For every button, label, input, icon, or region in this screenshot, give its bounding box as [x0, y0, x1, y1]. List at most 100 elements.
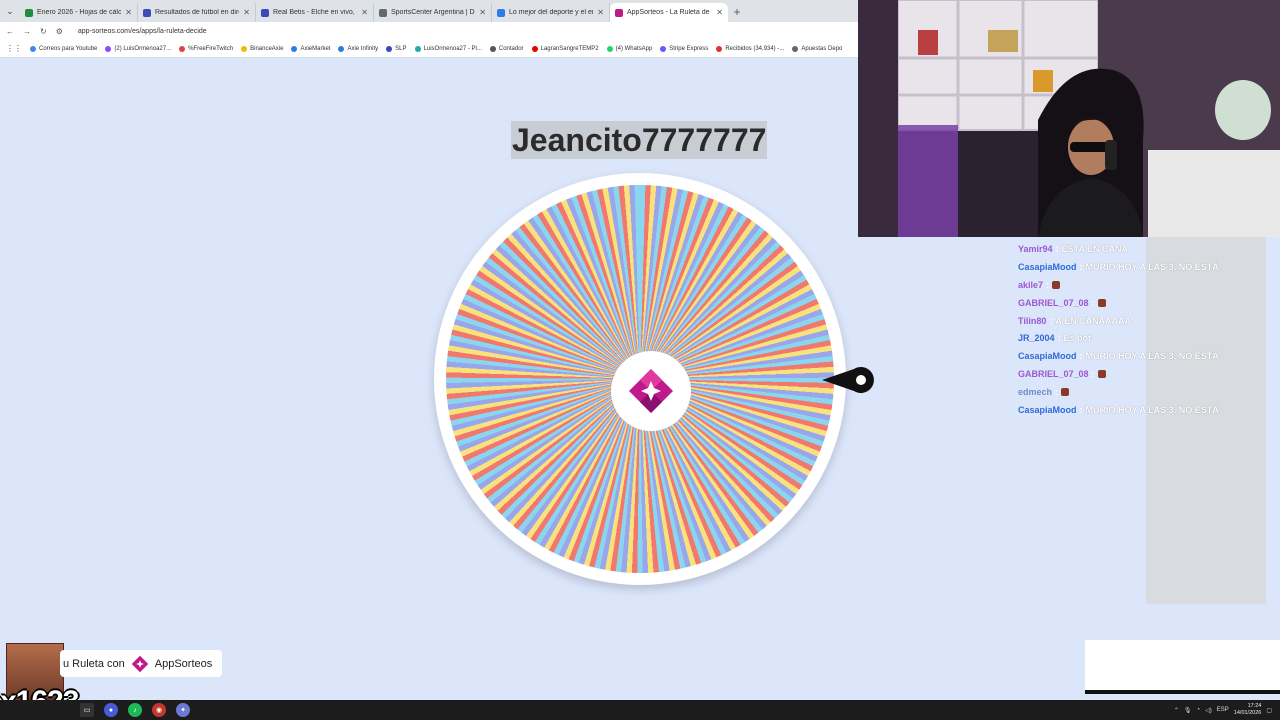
chat-message: JR_2004: Es bot [1018, 329, 1268, 347]
system-tray: ⌃ 🎙 ◔ ◁) ESP 17:24 14/01/2026 ▢ [1174, 700, 1272, 720]
clock-date: 14/01/2026 [1233, 710, 1262, 716]
bookmark-item[interactable]: %FreeFireTwitch [179, 45, 234, 52]
chat-message: CasapiaMood: MURIO HOY A LAS 3, NO ESTÁ [1018, 347, 1268, 365]
chat-message: CasapiaMood: MURIO HOY A LAS 3, NO ESTÁ [1018, 258, 1268, 276]
tab-favicon-icon [497, 8, 505, 17]
navigation-bar: ← → ↻ ⚙ app-sorteos.com/es/apps/la-rulet… [0, 22, 858, 40]
bookmark-item[interactable]: BinanceAxie [241, 45, 284, 52]
bookmark-label: (4) WhatsApp [615, 45, 653, 52]
webcam-scene [858, 0, 1280, 237]
bookmark-item[interactable]: Stripe Express [660, 45, 709, 52]
bookmark-favicon-icon [105, 45, 112, 52]
bookmark-item[interactable]: (2) LuisOrmenoa27... [105, 45, 172, 52]
appsorteos-footer-badge[interactable]: u Ruleta con AppSorteos [60, 650, 222, 677]
bookmark-label: BinanceAxie [250, 45, 284, 52]
bookmark-label: SLP [395, 45, 407, 52]
appsorteos-logo-icon [629, 369, 673, 413]
footer-brand: AppSorteos [154, 657, 213, 670]
bookmark-label: %FreeFireTwitch [188, 45, 234, 52]
tab-close-icon[interactable]: ✕ [479, 8, 486, 17]
volume-icon[interactable]: ◁) [1205, 707, 1212, 714]
bookmark-label: Recibidos (34,934) -... [725, 45, 785, 52]
webcam-overlay [858, 0, 1280, 237]
language-indicator[interactable]: ESP [1217, 707, 1229, 713]
back-icon[interactable]: ← [6, 27, 14, 36]
chat-message: GABRIEL_07_08: [1018, 294, 1268, 312]
chat-username: CasapiaMood [1018, 351, 1077, 362]
wheel-hub[interactable] [611, 351, 691, 431]
bookmark-label: Contador [498, 45, 524, 52]
bookmark-favicon-icon [179, 45, 186, 52]
bookmark-favicon-icon [489, 45, 496, 52]
bookmark-label: (2) LuisOrmenoa27... [114, 45, 172, 52]
chat-separator: : [1055, 243, 1059, 254]
tab-close-icon[interactable]: ✕ [125, 8, 132, 17]
new-tab-button[interactable]: + [728, 3, 746, 22]
app-icon[interactable]: ✦ [176, 703, 190, 717]
tab-close-icon[interactable]: ✕ [597, 8, 604, 17]
tab-close-icon[interactable]: ✕ [716, 8, 723, 17]
site-info-icon[interactable]: ⚙ [56, 27, 63, 36]
obs-icon[interactable]: ◉ [152, 703, 166, 717]
tab-close-icon[interactable]: ✕ [361, 8, 368, 17]
task-view-icon[interactable]: ▭ [80, 703, 94, 717]
tab-title: Enero 2026 - Hojas de cálculo [37, 9, 122, 16]
bookmark-item[interactable]: Contador [489, 45, 524, 52]
bookmark-item[interactable]: LuisOrmenoa27 - Pl... [414, 45, 482, 52]
tab-search-icon[interactable]: ⌄ [0, 0, 20, 22]
microphone-icon[interactable]: 🎙 [1184, 707, 1192, 714]
chat-overlay: Yamir94: ESTA EN CANA CasapiaMood: MURIO HO… [1018, 240, 1268, 419]
address-bar[interactable]: app-sorteos.com/es/apps/la-ruleta-decide [78, 28, 207, 35]
chat-separator: : [1046, 279, 1050, 290]
bookmark-item[interactable]: Apuestas Depo [792, 45, 842, 52]
bookmark-favicon-icon [386, 45, 393, 52]
tab-close-icon[interactable]: ✕ [243, 8, 250, 17]
browser-tab[interactable]: SportsCenter Argentina | Disney+ ✕ [374, 3, 492, 22]
bookmark-favicon-icon [531, 45, 538, 52]
chat-username: CasapiaMood [1018, 261, 1077, 272]
chat-text: ESTA EN CANA [1061, 243, 1129, 254]
bookmark-item[interactable]: Correos para Youtube [30, 45, 98, 52]
notifications-icon[interactable]: ▢ [1266, 707, 1272, 714]
bookmark-label: Stripe Express [669, 45, 709, 52]
forward-icon[interactable]: → [23, 27, 31, 36]
bookmark-item[interactable]: LagranSangreTEMP2 [531, 45, 599, 52]
browser-tab[interactable]: AppSorteos - La Ruleta de la Su ✕ [610, 3, 728, 22]
chat-message: CasapiaMood: MURIO HOY A LAS 3, NO ESTÁ [1018, 401, 1268, 419]
clock[interactable]: 17:24 14/01/2026 [1234, 703, 1262, 717]
network-icon[interactable]: ◔ [1197, 707, 1201, 713]
bookmark-favicon-icon [241, 45, 248, 52]
tab-title: Lo mejor del deporte y el entre [509, 9, 593, 16]
bookmark-item[interactable]: Axie Infinity [338, 45, 378, 52]
browser-tab[interactable]: Resultados de fútbol en directo ✕ [138, 3, 256, 22]
apps-icon[interactable]: ⋮⋮ [6, 44, 22, 53]
appsorteos-footer-logo-icon [131, 655, 149, 672]
bookmark-favicon-icon [291, 45, 298, 52]
bookmark-label: Correos para Youtube [39, 45, 98, 52]
reload-icon[interactable]: ↻ [40, 27, 47, 36]
chat-message: Yamir94: ESTA EN CANA [1018, 240, 1268, 258]
chat-username: akile7 [1018, 279, 1044, 290]
chrome-profile-icon[interactable]: ● [104, 703, 118, 717]
tab-list: Enero 2026 - Hojas de cálculo✕Resultados… [20, 3, 728, 22]
bookmark-item[interactable]: SLP [386, 45, 407, 52]
chat-text: MURIO HOY A LAS 3, NO ESTÁ [1085, 351, 1219, 362]
spotify-icon[interactable]: ♪ [128, 703, 142, 717]
wheel-segments[interactable] [446, 185, 834, 573]
bookmark-item[interactable]: (4) WhatsApp [606, 45, 653, 52]
browser-tab[interactable]: Lo mejor del deporte y el entre ✕ [492, 3, 610, 22]
bookmark-item[interactable]: AxieMarket [291, 45, 330, 52]
bookmark-item[interactable]: Recibidos (34,934) -... [716, 45, 785, 52]
clock-time: 17:24 [1247, 703, 1262, 709]
browser-tab[interactable]: Real Betis - Elche en vivo, result ✕ [256, 3, 374, 22]
browser-tab-strip: ⌄ Enero 2026 - Hojas de cálculo✕Resultad… [0, 0, 858, 22]
chat-emote-icon [1061, 388, 1070, 397]
chat-separator: : [1079, 404, 1083, 415]
chat-separator: : [1057, 333, 1061, 344]
chat-separator: : [1079, 351, 1083, 362]
browser-tab[interactable]: Enero 2026 - Hojas de cálculo✕ [20, 3, 138, 22]
tab-favicon-icon [261, 8, 269, 17]
roulette-wheel[interactable] [434, 173, 846, 585]
tray-chevron-icon[interactable]: ⌃ [1174, 707, 1179, 714]
bookmark-label: LuisOrmenoa27 - Pl... [423, 45, 482, 52]
